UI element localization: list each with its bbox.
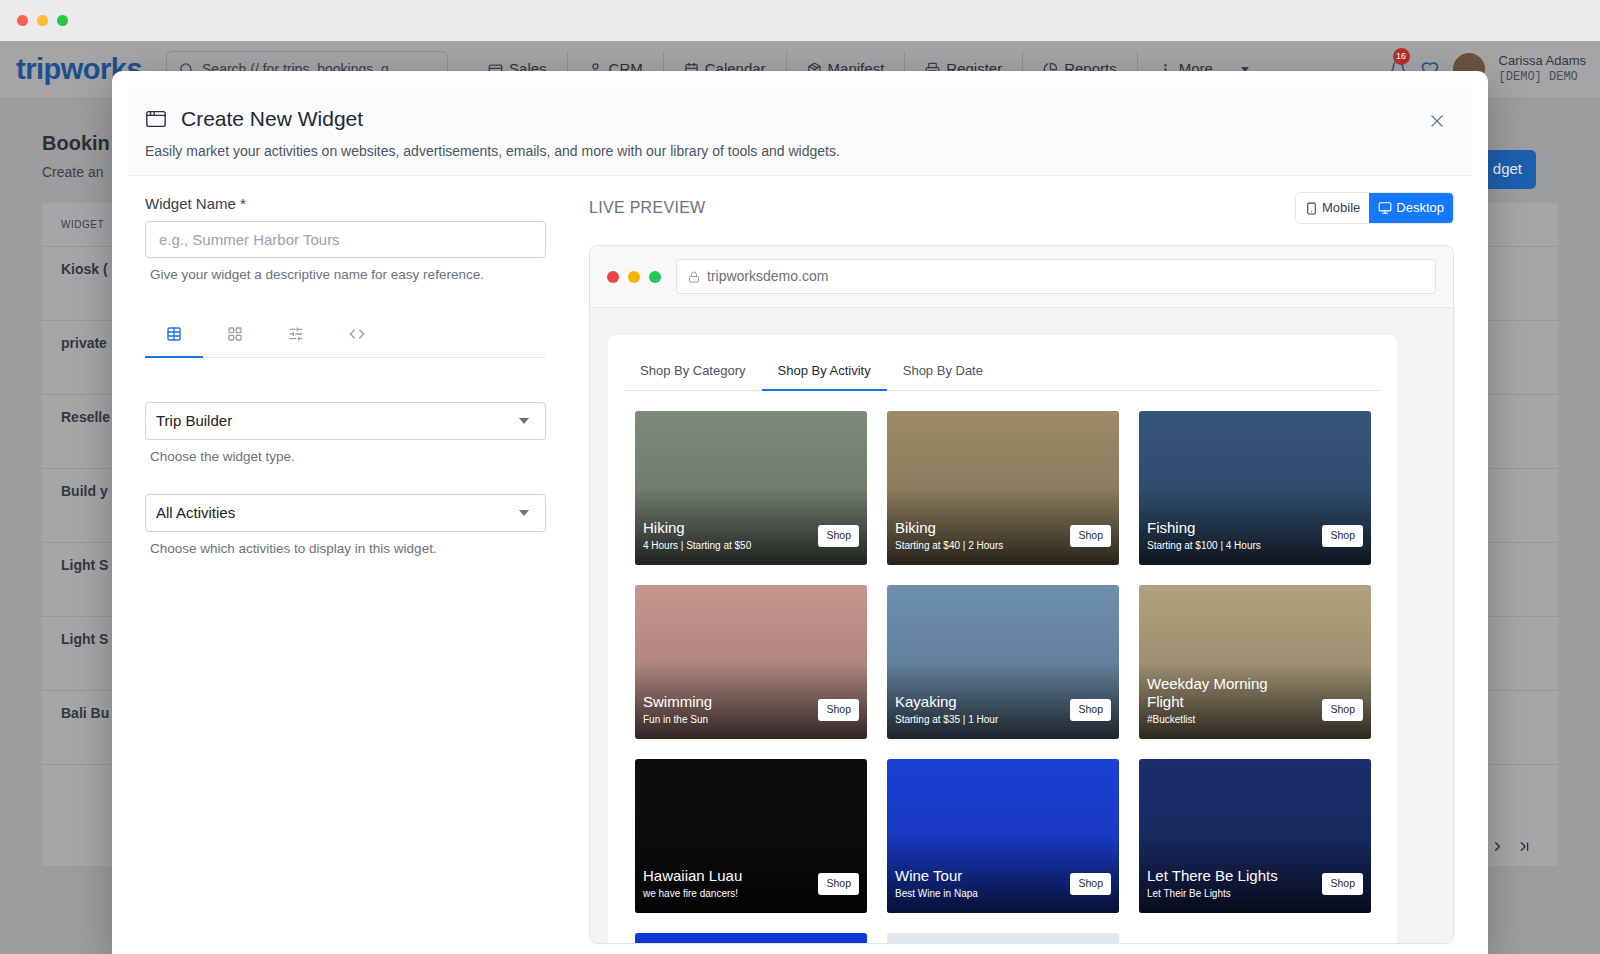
shop-button[interactable]: Shop xyxy=(1070,699,1111,721)
card-subtitle: 4 Hours | Starting at $50 xyxy=(643,539,751,553)
modal-body: Widget Name * Give your widget a descript… xyxy=(112,176,1488,944)
browser-content: Shop By CategoryShop By ActivityShop By … xyxy=(590,308,1453,943)
widget-icon xyxy=(145,108,167,130)
select-help: Choose which activities to display in th… xyxy=(150,540,546,558)
shop-tab[interactable]: Shop By Activity xyxy=(762,353,887,391)
preview-label: LIVE PREVIEW xyxy=(589,196,706,220)
code-icon xyxy=(349,326,365,342)
card-subtitle: Let Their Be Lights xyxy=(1147,887,1278,901)
dropdown-icon xyxy=(519,418,529,424)
shop-button[interactable]: Shop xyxy=(818,525,859,547)
modal-subtitle: Easily market your activities on website… xyxy=(145,141,840,162)
shop-button[interactable]: Shop xyxy=(818,873,859,895)
card-title: Hawaiian Luau xyxy=(643,867,742,885)
shop-widget: Shop By CategoryShop By ActivityShop By … xyxy=(608,335,1397,943)
shop-tabs: Shop By CategoryShop By ActivityShop By … xyxy=(624,353,1381,391)
activity-card[interactable]: Kayaking Starting at $35 | 1 Hour Shop xyxy=(887,585,1119,739)
browser-frame: tripworksdemo.comShop By CategoryShop By… xyxy=(589,245,1454,944)
device-toggle: MobileDesktop xyxy=(1295,192,1454,224)
card-subtitle: we have fire dancers! xyxy=(643,887,742,901)
maximize-dot xyxy=(649,271,661,283)
card-subtitle: Starting at $100 | 4 Hours xyxy=(1147,539,1261,553)
url-field[interactable]: tripworksdemo.com xyxy=(676,259,1436,294)
activity-card[interactable] xyxy=(635,933,867,944)
column-header: WIDGET xyxy=(61,217,104,232)
close-dot[interactable] xyxy=(17,15,28,26)
card-subtitle: Starting at $40 | 2 Hours xyxy=(895,539,1003,553)
last-page-icon[interactable] xyxy=(1517,839,1532,854)
name-label: Widget Name * xyxy=(145,194,546,214)
close-dot xyxy=(607,271,619,283)
card-title: Fishing xyxy=(1147,519,1261,537)
select-help: Choose the widget type. xyxy=(150,448,546,466)
notification-badge: 16 xyxy=(1393,48,1410,65)
activity-card[interactable]: Let There Be Lights Let Their Be Lights Sh… xyxy=(1139,759,1371,913)
form-tab[interactable] xyxy=(267,318,325,358)
table-icon xyxy=(166,326,182,342)
card-title: Kayaking xyxy=(895,693,998,711)
live-preview: LIVE PREVIEW MobileDesktop tripworksdemo.c… xyxy=(589,176,1454,944)
modal-title: Create New Widget xyxy=(181,105,363,133)
card-title: Biking xyxy=(895,519,1003,537)
device-button[interactable]: Desktop xyxy=(1369,193,1453,223)
card-subtitle: Starting at $35 | 1 Hour xyxy=(895,713,998,727)
name-input[interactable] xyxy=(145,221,546,258)
activity-card[interactable]: Fishing Starting at $100 | 4 Hours Shop xyxy=(1139,411,1371,565)
create-widget-modal: Create New Widget Easily market your acti… xyxy=(112,71,1488,954)
user-org: [DEMO] DEMO xyxy=(1499,70,1586,85)
sliders-icon xyxy=(288,326,304,342)
window-bar xyxy=(0,0,1600,41)
form-tab[interactable] xyxy=(145,318,203,358)
device-button[interactable]: Mobile xyxy=(1296,193,1369,223)
widget-form: Widget Name * Give your widget a descript… xyxy=(145,176,546,944)
activity-card[interactable]: Hawaiian Luau we have fire dancers! Shop xyxy=(635,759,867,913)
card-subtitle: Best Wine in Napa xyxy=(895,887,978,901)
card-title: Hiking xyxy=(643,519,751,537)
shop-button[interactable]: Shop xyxy=(1322,873,1363,895)
mobile-icon xyxy=(1305,202,1318,215)
form-tabs xyxy=(145,318,546,358)
activity-card[interactable]: Biking Starting at $40 | 2 Hours Shop xyxy=(887,411,1119,565)
activity-card[interactable]: Weekday Morning Flight #Bucketlist Shop xyxy=(1139,585,1371,739)
card-title: Weekday Morning Flight xyxy=(1147,675,1297,711)
shop-button[interactable]: Shop xyxy=(1322,699,1363,721)
app: tripworksSearch (/ for trips, bookings, … xyxy=(0,0,1600,954)
select-field[interactable]: Trip Builder xyxy=(145,402,546,440)
shop-button[interactable]: Shop xyxy=(1070,873,1111,895)
form-tab[interactable] xyxy=(206,318,264,358)
activity-card[interactable]: Swimming Fun in the Sun Shop xyxy=(635,585,867,739)
maximize-dot[interactable] xyxy=(57,15,68,26)
dropdown-icon xyxy=(519,510,529,516)
browser-bar: tripworksdemo.com xyxy=(590,246,1453,308)
minimize-dot[interactable] xyxy=(37,15,48,26)
minimize-dot xyxy=(628,271,640,283)
shop-tab[interactable]: Shop By Date xyxy=(887,353,999,391)
activity-card[interactable]: Hiking 4 Hours | Starting at $50 Shop xyxy=(635,411,867,565)
page-subtitle: Create an xyxy=(42,162,110,183)
card-subtitle: Fun in the Sun xyxy=(643,713,712,727)
shop-button[interactable]: Shop xyxy=(1322,525,1363,547)
name-help: Give your widget a descriptive name for … xyxy=(150,266,546,284)
form-tab[interactable] xyxy=(328,318,386,358)
activity-card[interactable] xyxy=(887,933,1119,944)
page-title: Bookin xyxy=(42,130,110,156)
card-title: Let There Be Lights xyxy=(1147,867,1278,885)
shop-tab[interactable]: Shop By Category xyxy=(624,353,762,391)
card-title: Swimming xyxy=(643,693,712,711)
card-subtitle: #Bucketlist xyxy=(1147,713,1297,727)
shop-button[interactable]: Shop xyxy=(818,699,859,721)
shop-button[interactable]: Shop xyxy=(1070,525,1111,547)
card-title: Wine Tour xyxy=(895,867,978,885)
next-page-icon[interactable] xyxy=(1490,839,1505,854)
grid-icon xyxy=(227,326,243,342)
close-icon[interactable] xyxy=(1427,111,1447,131)
activity-card[interactable]: Wine Tour Best Wine in Napa Shop xyxy=(887,759,1119,913)
modal-header: Create New Widget Easily market your acti… xyxy=(128,87,1472,176)
activity-grid: Hiking4 Hours | Starting at $50ShopBikin… xyxy=(635,411,1381,944)
desktop-icon xyxy=(1378,201,1392,215)
select-field[interactable]: All Activities xyxy=(145,494,546,532)
lock-icon xyxy=(688,271,700,283)
user-name: Carissa Adams xyxy=(1499,53,1586,69)
